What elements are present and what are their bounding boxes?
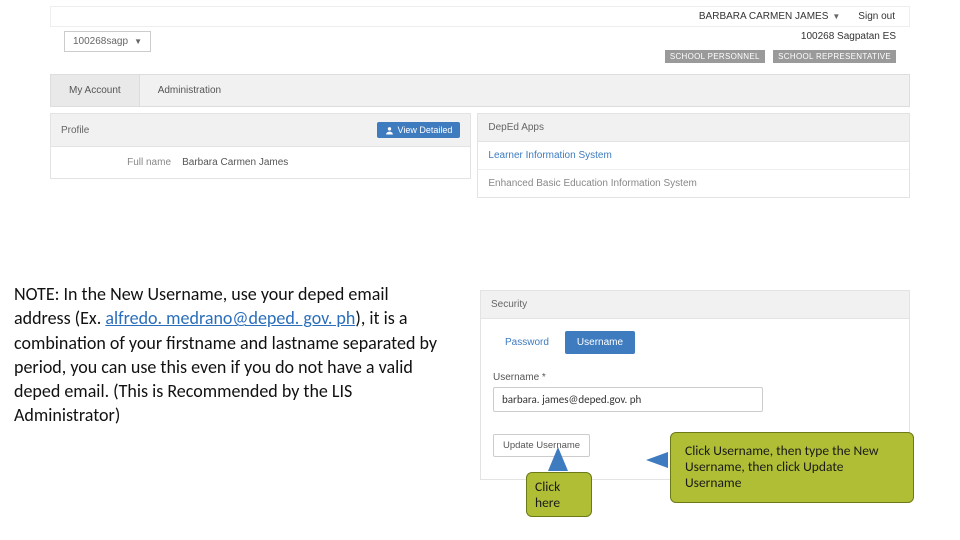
tab-my-account[interactable]: My Account xyxy=(51,75,140,106)
panel-title: DepEd Apps xyxy=(488,122,544,133)
content-row: Profile View Detailed Full name Barbara … xyxy=(50,113,910,198)
role-tag: SCHOOL PERSONNEL xyxy=(665,50,765,63)
arrow-icon xyxy=(548,447,568,471)
username-field-label: Username * xyxy=(493,372,897,383)
fullname-label: Full name xyxy=(61,157,171,168)
example-email-link[interactable]: alfredo. medrano@deped. gov. ph xyxy=(105,307,355,329)
panel-title: Profile xyxy=(61,125,89,136)
username-input[interactable] xyxy=(493,387,763,412)
chevron-down-icon[interactable]: ▼ xyxy=(832,12,840,21)
view-detailed-button[interactable]: View Detailed xyxy=(377,122,461,138)
sign-out-link[interactable]: Sign out xyxy=(858,11,895,22)
fullname-value: Barbara Carmen James xyxy=(182,157,288,168)
arrow-icon xyxy=(646,452,668,468)
current-user[interactable]: BARBARA CARMEN JAMES xyxy=(699,11,828,22)
school-code-name: 100268 Sagpatan ES xyxy=(661,31,896,42)
tab-administration[interactable]: Administration xyxy=(140,75,239,106)
callout-click-here: Click here xyxy=(526,472,592,517)
security-tabs: Password Username xyxy=(493,331,897,354)
update-username-button[interactable]: Update Username xyxy=(493,434,590,457)
instruction-note: NOTE: In the New Username, use your depe… xyxy=(14,282,444,428)
deped-apps-panel: DepEd Apps Learner Information System En… xyxy=(477,113,910,198)
role-tag: SCHOOL REPRESENTATIVE xyxy=(773,50,896,63)
main-tabs: My Account Administration xyxy=(50,74,910,107)
school-selector-value: 100268sagp xyxy=(73,36,128,47)
school-selector[interactable]: 100268sagp ▼ xyxy=(64,31,151,52)
panel-title: Security xyxy=(480,290,910,319)
chevron-down-icon: ▼ xyxy=(134,37,142,46)
view-detailed-label: View Detailed xyxy=(398,125,453,135)
tab-password[interactable]: Password xyxy=(493,331,561,354)
top-bar: BARBARA CARMEN JAMES ▼ Sign out xyxy=(50,6,910,27)
tab-username[interactable]: Username xyxy=(565,331,635,354)
callout-instructions: Click Username, then type the New Userna… xyxy=(670,432,914,503)
app-link-lis[interactable]: Learner Information System xyxy=(478,142,909,170)
school-bar: 100268sagp ▼ 100268 Sagpatan ES SCHOOL P… xyxy=(50,31,910,66)
profile-panel: Profile View Detailed Full name Barbara … xyxy=(50,113,471,179)
app-link-ebeis[interactable]: Enhanced Basic Education Information Sys… xyxy=(478,170,909,197)
person-icon xyxy=(385,126,394,135)
